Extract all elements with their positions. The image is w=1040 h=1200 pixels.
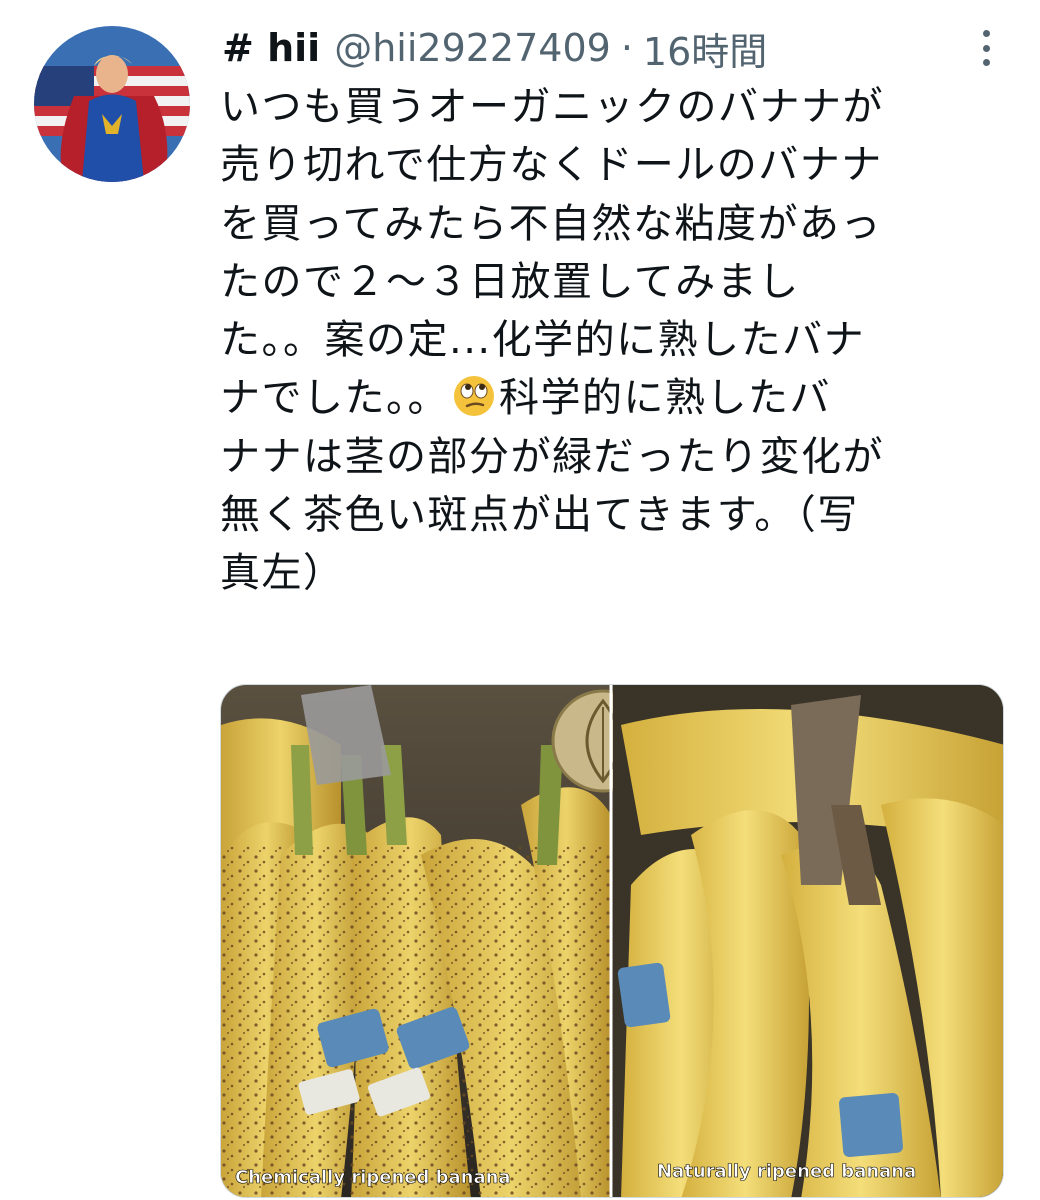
right-photo-panel [613,685,1003,1197]
avatar[interactable] [34,26,190,182]
caption-left: Chemically ripened banana [235,1167,511,1188]
tweet-text-line: た。。案の定...化学的に熟したバナ [220,317,866,364]
tweet-text: いつも買うオーガニックのバナナが 売り切れで仕方なくドールのバナナ を買ってみた… [220,78,1012,603]
tweet-media-image[interactable]: Chemically ripened banana Naturally ripe… [220,684,1004,1198]
tweet-text-segment: ナでした。。 [220,375,449,422]
more-vertical-icon[interactable] [974,30,998,66]
more-dot [982,59,990,66]
face-with-rolling-eyes-icon [454,376,494,417]
tweet-text-line: 無く茶色い斑点が出てきます。（写 [220,492,859,539]
tweet-text-line: いつも買うオーガニックのバナナが [220,84,884,130]
tweet-text-line: 売り切れで仕方なくドールのバナナ [220,142,883,189]
tweet-text-line: 真左） [220,550,345,597]
tweet-text-line: ナナは茎の部分が緑だったり変化が [220,433,884,480]
avatar-image [34,26,190,182]
tweet-text-line: たので２〜３日放置してみまし [220,258,800,305]
author-handle[interactable]: @hii29227409 [334,26,611,70]
caption-right: Naturally ripened banana [657,1161,916,1182]
more-dot [982,30,990,37]
timestamp[interactable]: 16時間 [643,21,767,76]
tweet-text-line: を買ってみたら不自然な粘度があっ [220,200,882,247]
tweet-text-segment: 科学的に熟したバ [499,375,831,422]
tweet-header: # hii @hii29227409 · 16時間 [222,22,1000,74]
banana-comparison-photo: Chemically ripened banana Naturally ripe… [221,685,1003,1197]
author-name[interactable]: # hii [222,26,320,70]
separator-dot: · [620,26,633,70]
more-dot [982,44,990,52]
tweet-text-line-with-emoji: ナでした。。 科学的に熟したバ [220,369,1012,427]
